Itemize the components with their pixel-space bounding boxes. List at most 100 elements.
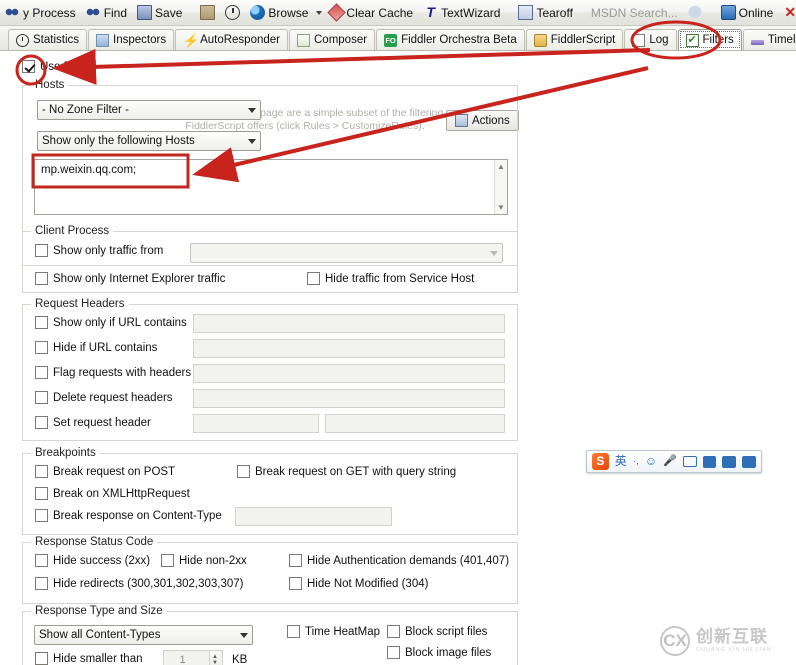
hide-smaller-than-stepper[interactable]: 1 ▲ ▼ <box>163 650 223 665</box>
textwizard-icon: T <box>426 4 435 20</box>
tab-autoresponder[interactable]: ⚡ AutoResponder <box>175 29 288 50</box>
delete-request-headers-checkbox[interactable] <box>35 391 48 404</box>
show-only-url-contains-label: Show only if URL contains <box>53 316 187 329</box>
tab-log[interactable]: Log <box>624 29 677 50</box>
hide-smaller-than-row[interactable]: Hide smaller than <box>35 652 142 665</box>
emoji-icon[interactable]: ☺ <box>645 453 657 470</box>
close-icon[interactable]: ✕ <box>778 4 796 21</box>
tab-inspectors[interactable]: Inspectors <box>88 29 175 50</box>
browse-dropdown-caret-icon[interactable] <box>316 10 323 15</box>
show-only-url-contains-row[interactable]: Show only if URL contains <box>35 316 187 329</box>
flag-requests-with-headers-checkbox[interactable] <box>35 366 48 379</box>
block-image-files-row[interactable]: Block image files <box>387 646 491 659</box>
hide-not-modified-row[interactable]: Hide Not Modified (304) <box>289 577 428 590</box>
tab-composer[interactable]: Composer <box>289 29 376 50</box>
tab-filters[interactable]: Filters <box>677 29 742 50</box>
hide-auth-row[interactable]: Hide Authentication demands (401,407) <box>289 554 509 567</box>
break-xhr-row[interactable]: Break on XMLHttpRequest <box>35 487 190 500</box>
skin-icon[interactable] <box>722 455 737 468</box>
ime-language-toggle[interactable]: 英 <box>615 453 627 470</box>
toolbar-find-button[interactable]: Find <box>81 2 132 24</box>
toolbar-process-button[interactable]: y Process <box>0 2 81 24</box>
hide-service-host-row[interactable]: Hide traffic from Service Host <box>307 272 474 285</box>
set-request-header-name-input[interactable] <box>193 414 319 433</box>
show-only-ie-row[interactable]: Show only Internet Explorer traffic <box>35 272 225 285</box>
toolbar-save-button[interactable]: Save <box>132 2 187 24</box>
break-xhr-checkbox[interactable] <box>35 487 48 500</box>
hide-success-checkbox[interactable] <box>35 554 48 567</box>
break-post-checkbox[interactable] <box>35 465 48 478</box>
hide-redirects-row[interactable]: Hide redirects (300,301,302,303,307) <box>35 577 244 590</box>
tab-fiddler-orchestra-beta[interactable]: FO Fiddler Orchestra Beta <box>376 29 525 50</box>
voice-input-icon[interactable]: 🎤 <box>663 453 677 470</box>
delete-request-headers-input[interactable] <box>193 389 505 408</box>
toolbar-msdn-search[interactable]: MSDN Search... <box>586 2 683 24</box>
toolbar-copy-button[interactable] <box>195 2 220 24</box>
flag-requests-with-headers-input[interactable] <box>193 364 505 383</box>
sogou-logo-icon[interactable]: S <box>592 453 609 470</box>
tab-statistics[interactable]: Statistics <box>8 29 88 50</box>
hide-auth-checkbox[interactable] <box>289 554 302 567</box>
delete-request-headers-row[interactable]: Delete request headers <box>35 391 173 404</box>
hide-if-url-contains-input[interactable] <box>193 339 505 358</box>
chevron-down-icon <box>248 107 256 113</box>
block-image-files-checkbox[interactable] <box>387 646 400 659</box>
toolbar-tearoff-button[interactable]: Tearoff <box>513 2 577 24</box>
show-only-ie-checkbox[interactable] <box>35 272 48 285</box>
sogou-ime-toolbar[interactable]: S 英 ·, ☺ 🎤 <box>586 450 762 473</box>
scroll-up-icon[interactable]: ▲ <box>497 160 505 173</box>
hide-if-url-contains-checkbox[interactable] <box>35 341 48 354</box>
stepper-down-icon[interactable]: ▼ <box>212 660 218 665</box>
toolbar-clear-cache-button[interactable]: Clear Cache <box>325 2 418 24</box>
content-types-dropdown[interactable]: Show all Content-Types <box>34 625 253 645</box>
break-content-type-input[interactable] <box>235 507 392 526</box>
hide-non2xx-row[interactable]: Hide non-2xx <box>161 554 247 567</box>
hosts-textarea-scrollbar[interactable]: ▲ ▼ <box>494 160 507 214</box>
hosts-textarea[interactable]: mp.weixin.qq.com; ▲ ▼ <box>34 159 508 215</box>
block-image-files-label: Block image files <box>405 646 492 659</box>
tab-fiddlerscript[interactable]: FiddlerScript <box>525 29 624 50</box>
punctuation-icon[interactable]: ·, <box>633 453 639 470</box>
toolbar-browse-button[interactable]: Browse <box>245 2 313 24</box>
set-request-header-value-input[interactable] <box>325 414 505 433</box>
stepper-buttons[interactable]: ▲ ▼ <box>209 651 220 665</box>
hide-non2xx-checkbox[interactable] <box>161 554 174 567</box>
use-filters-checkbox[interactable] <box>22 60 35 73</box>
set-request-header-row[interactable]: Set request header <box>35 416 151 429</box>
break-content-type-row[interactable]: Break response on Content-Type <box>35 509 222 522</box>
watermark-logo-icon: CX <box>660 626 690 656</box>
hide-redirects-checkbox[interactable] <box>35 577 48 590</box>
zone-filter-dropdown[interactable]: - No Zone Filter - <box>37 100 261 120</box>
host-filter-dropdown[interactable]: Show only the following Hosts <box>37 131 261 151</box>
tab-timeline[interactable]: Timeline <box>742 29 796 50</box>
scroll-down-icon[interactable]: ▼ <box>497 201 505 214</box>
time-heatmap-checkbox[interactable] <box>287 625 300 638</box>
show-only-traffic-from-checkbox[interactable] <box>35 244 48 257</box>
break-get-row[interactable]: Break request on GET with query string <box>237 465 456 478</box>
toolbar-timer-button[interactable] <box>220 2 245 24</box>
translate-icon[interactable] <box>702 455 717 468</box>
hide-smaller-than-checkbox[interactable] <box>35 652 48 665</box>
show-only-url-contains-input[interactable] <box>193 314 505 333</box>
show-only-url-contains-checkbox[interactable] <box>35 316 48 329</box>
show-only-traffic-from-row[interactable]: Show only traffic from <box>35 243 505 263</box>
set-request-header-checkbox[interactable] <box>35 416 48 429</box>
break-get-checkbox[interactable] <box>237 465 250 478</box>
traffic-from-process-dropdown[interactable] <box>190 243 503 263</box>
hide-not-modified-checkbox[interactable] <box>289 577 302 590</box>
toolbar-textwizard-button[interactable]: T TextWizard <box>418 2 505 24</box>
toolbar-online-button[interactable]: Online <box>716 2 779 24</box>
block-script-files-checkbox[interactable] <box>387 625 400 638</box>
hide-success-row[interactable]: Hide success (2xx) <box>35 554 150 567</box>
time-heatmap-row[interactable]: Time HeatMap <box>287 625 380 638</box>
hide-if-url-contains-row[interactable]: Hide if URL contains <box>35 341 157 354</box>
flag-requests-with-headers-row[interactable]: Flag requests with headers <box>35 366 191 379</box>
break-post-row[interactable]: Break request on POST <box>35 465 175 478</box>
toolbar-msdn-icon-button[interactable] <box>683 2 708 24</box>
hide-service-host-checkbox[interactable] <box>307 272 320 285</box>
block-script-files-row[interactable]: Block script files <box>387 625 487 638</box>
toolbox-icon[interactable] <box>742 455 756 468</box>
break-content-type-checkbox[interactable] <box>35 509 48 522</box>
soft-keyboard-icon[interactable] <box>682 456 697 467</box>
use-filters-row[interactable]: Use Filters <box>22 60 95 73</box>
